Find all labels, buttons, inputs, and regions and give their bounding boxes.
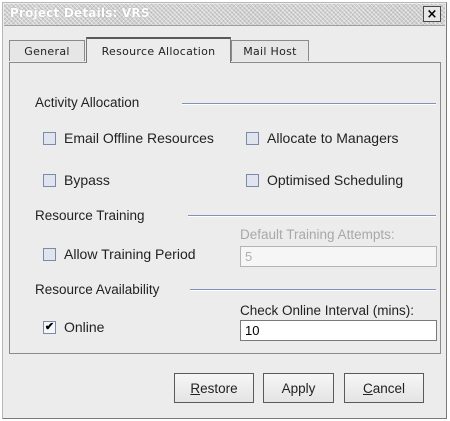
email-offline-check-box[interactable]	[43, 131, 56, 145]
allocate-managers-checkbox[interactable]: Allocate to Managers	[246, 130, 399, 146]
window-title: Project Details: VRS	[10, 6, 150, 20]
optimised-scheduling-checkbox[interactable]: Optimised Scheduling	[246, 172, 403, 188]
activity-allocation-title: Activity Allocation	[35, 95, 140, 110]
resource-availability-title: Resource Availability	[35, 282, 160, 297]
allow-training-label: Allow Training Period	[64, 246, 196, 262]
tab-mail-host-label: Mail Host	[243, 44, 297, 58]
checkmark-icon: ✔	[44, 320, 55, 333]
online-label: Online	[64, 319, 105, 335]
resource-availability-heading: Resource Availability	[35, 282, 159, 297]
cancel-button[interactable]: Cancel	[344, 373, 424, 403]
resource-availability-separator	[190, 289, 436, 291]
email-offline-label: Email Offline Resources	[64, 130, 214, 146]
bypass-label: Bypass	[64, 172, 110, 188]
tab-general-label: General	[24, 44, 70, 58]
tab-mail-host[interactable]: Mail Host	[231, 40, 309, 61]
allocate-managers-check-box[interactable]	[246, 131, 259, 145]
online-interval-field[interactable]: 10	[240, 320, 437, 341]
tab-general[interactable]: General	[9, 40, 85, 61]
restore-mnemonic: R	[190, 380, 201, 396]
email-offline-checkbox[interactable]: Email Offline Resources	[43, 130, 214, 146]
title-bar[interactable]: Project Details: VRS ×	[4, 4, 445, 26]
allow-training-check-box[interactable]	[43, 247, 56, 261]
training-attempts-label: Default Training Attempts:	[240, 227, 395, 242]
online-interval-label: Check Online Interval (mins):	[240, 303, 415, 318]
cancel-mnemonic: C	[362, 380, 373, 396]
online-check-box[interactable]: ✔	[43, 320, 56, 334]
cancel-label-rest: ancel	[372, 380, 406, 396]
training-attempts-field[interactable]: 5	[240, 246, 437, 267]
project-details-dialog: Project Details: VRS × General Resource …	[2, 2, 447, 419]
bypass-checkbox[interactable]: Bypass	[43, 172, 110, 188]
close-icon: ×	[426, 6, 438, 22]
activity-allocation-heading: Activity Allocation	[35, 95, 139, 110]
restore-button[interactable]: Restore	[174, 373, 254, 403]
online-checkbox[interactable]: ✔ Online	[43, 319, 104, 335]
bypass-check-box[interactable]	[43, 173, 56, 187]
allocate-managers-label: Allocate to Managers	[267, 130, 399, 146]
resource-training-separator	[188, 215, 436, 217]
resource-allocation-panel: Activity Allocation Email Offline Resour…	[9, 62, 441, 354]
tab-resource-allocation[interactable]: Resource Allocation	[86, 37, 231, 63]
close-button[interactable]: ×	[423, 6, 441, 22]
resource-training-heading: Resource Training	[35, 208, 145, 223]
allow-training-checkbox[interactable]: Allow Training Period	[43, 246, 196, 262]
restore-label-rest: estore	[200, 380, 238, 396]
optimised-scheduling-label: Optimised Scheduling	[267, 172, 404, 188]
resource-training-title: Resource Training	[35, 208, 145, 223]
tab-resource-allocation-label: Resource Allocation	[101, 44, 216, 58]
activity-allocation-separator	[182, 103, 436, 105]
apply-button[interactable]: Apply	[263, 373, 334, 403]
apply-label: Apply	[281, 380, 316, 396]
optimised-scheduling-check-box[interactable]	[246, 173, 259, 187]
